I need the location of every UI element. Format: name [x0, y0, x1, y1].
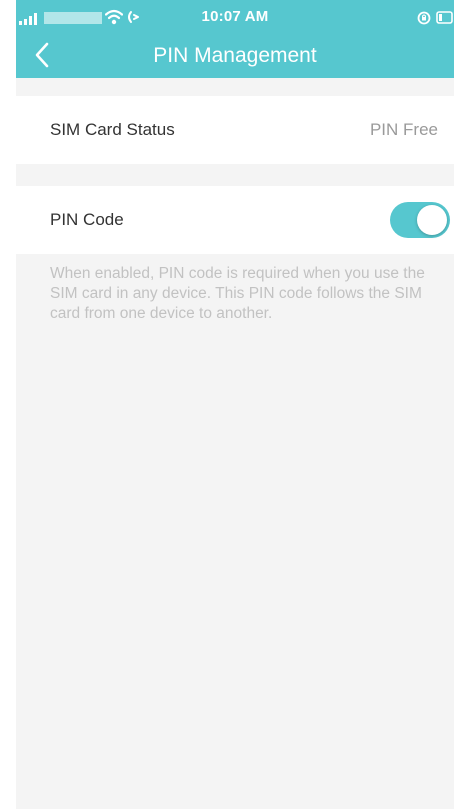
- toggle-knob: [417, 205, 447, 235]
- navigation-bar: PIN Management: [16, 34, 454, 78]
- pin-code-row: PIN Code: [16, 186, 454, 254]
- status-time: 10:07 AM: [201, 8, 269, 25]
- orientation-lock-icon: [417, 11, 431, 25]
- sim-card-status-value: PIN Free: [369, 120, 438, 139]
- app-header: 10:07 AM PIN Management: [16, 0, 454, 78]
- phone-screen: 10:07 AM PIN Management SIM Card Status: [0, 0, 454, 809]
- page-title: PIN Management: [153, 44, 317, 67]
- status-bar: 10:07 AM: [16, 0, 454, 34]
- battery-icon: [436, 11, 453, 24]
- settings-content: SIM Card Status PIN Free PIN Code When e…: [16, 78, 454, 809]
- pin-code-help-text: When enabled, PIN code is required when …: [50, 265, 425, 322]
- pin-code-toggle[interactable]: [390, 202, 450, 238]
- sim-card-status-row: SIM Card Status PIN Free: [16, 96, 454, 164]
- sim-card-status-label: SIM Card Status: [50, 120, 175, 139]
- pin-code-label: PIN Code: [50, 210, 124, 229]
